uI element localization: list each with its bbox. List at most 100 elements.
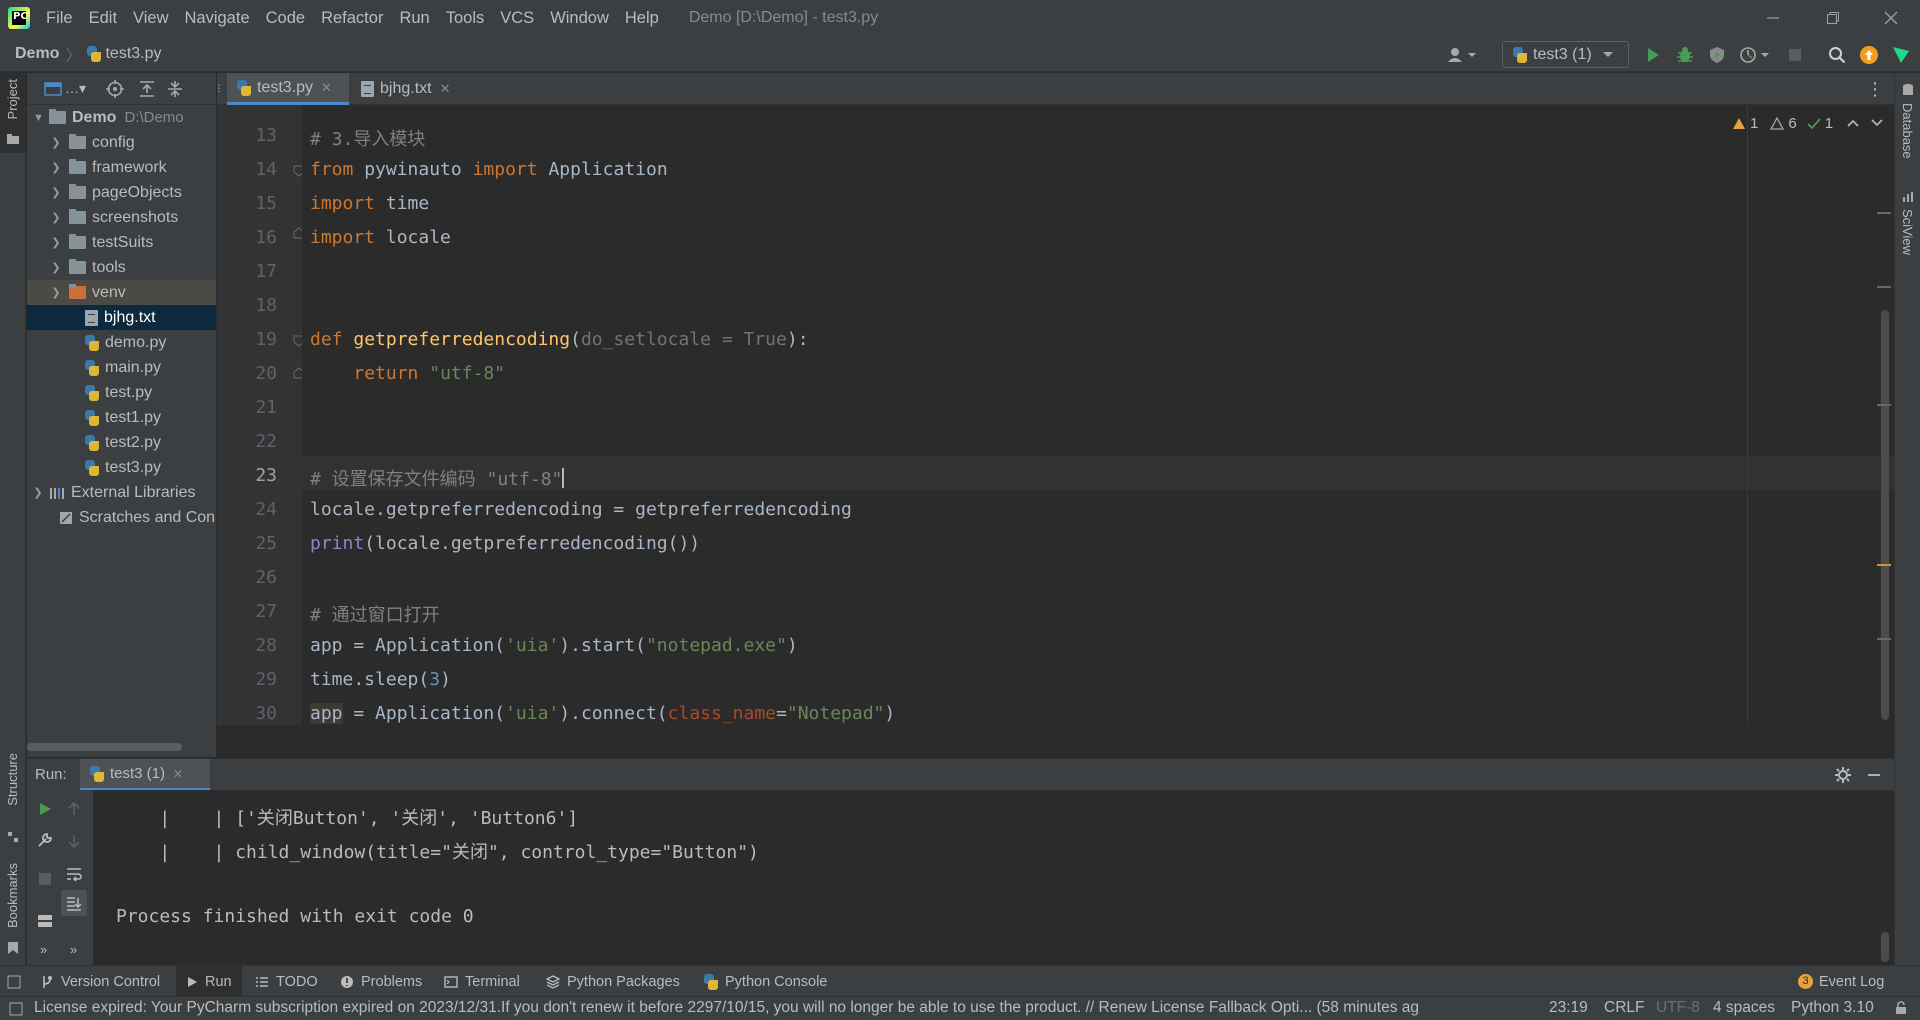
stop-icon[interactable] [1784,44,1806,66]
file-encoding[interactable]: UTF-8 [1656,999,1700,1017]
tree-file-test-py[interactable]: test.py [27,380,216,405]
tree-file-test2-py[interactable]: test2.py [27,430,216,455]
status-panel-icon[interactable] [9,1002,23,1016]
wrench-icon[interactable] [37,832,53,848]
tree-root-demo[interactable]: ▼ Demo D:\Demo [27,105,216,130]
bookmarks-tool-tab[interactable]: Bookmarks [0,863,26,963]
caret-position[interactable]: 23:19 [1549,999,1588,1017]
menu-edit[interactable]: Edit [81,0,125,36]
tool-todo[interactable]: TODO [255,966,318,997]
project-view-icon[interactable] [44,81,62,96]
menu-code[interactable]: Code [258,0,313,36]
soft-wrap-icon[interactable] [66,866,82,882]
tool-version-control[interactable]: Version Control [40,966,160,997]
structure-tool-tab[interactable]: Structure [0,753,26,848]
more-actions-icon[interactable]: » [70,942,77,957]
update-icon[interactable] [1858,44,1880,66]
database-tool-tab[interactable]: Database [1895,83,1920,183]
breadcrumb-project[interactable]: Demo [0,45,59,63]
tab-test3-py[interactable]: test3.py ✕ [227,73,349,105]
tree-file-test1-py[interactable]: test1.py [27,405,216,430]
tree-external-libraries[interactable]: ❯ External Libraries [27,480,216,505]
locate-file-icon[interactable] [106,79,125,98]
next-highlight-icon[interactable] [1871,119,1883,127]
tool-python-packages[interactable]: Python Packages [546,966,680,997]
previous-highlight-icon[interactable] [1847,119,1859,127]
menu-run[interactable]: Run [391,0,437,36]
project-horizontal-scrollbar[interactable] [27,743,182,751]
rerun-icon[interactable] [38,802,52,816]
code-editor[interactable]: # 3.导入模块 from pywinauto import Applicati… [302,105,1894,725]
menu-navigate[interactable]: Navigate [177,0,258,36]
tree-folder-config[interactable]: ❯ config [27,130,216,155]
settings-gear-icon[interactable] [1834,766,1852,784]
inspection-widget[interactable]: 1 6 1 [1732,113,1883,133]
debug-icon[interactable] [1674,44,1696,66]
tree-file-test3-py[interactable]: test3.py [27,455,216,480]
profile-icon[interactable] [1738,44,1772,66]
layout-icon[interactable] [37,914,53,928]
more-tabs-icon[interactable]: ⋮ [1866,79,1884,100]
menu-tools[interactable]: Tools [438,0,493,36]
python-interpreter[interactable]: Python 3.10 [1791,999,1874,1017]
line-separator[interactable]: CRLF [1604,999,1644,1017]
indent-setting[interactable]: 4 spaces [1713,999,1775,1017]
tab-bjhg-txt[interactable]: bjhg.txt ✕ [351,73,471,105]
scroll-up-icon[interactable] [67,802,81,816]
python-file-icon [85,459,99,476]
close-window-button[interactable] [1862,0,1920,36]
lock-icon[interactable] [1895,1001,1907,1015]
editor-vertical-scrollbar[interactable] [1881,310,1889,720]
close-tab-icon[interactable]: ✕ [440,81,451,97]
expand-all-icon[interactable] [138,80,156,98]
tool-event-log[interactable]: 3 Event Log [1798,966,1884,997]
tree-folder-testsuits[interactable]: ❯ testSuits [27,230,216,255]
tool-python-console[interactable]: Python Console [704,966,827,997]
tree-scratches[interactable]: Scratches and Con [27,505,216,530]
menu-window[interactable]: Window [542,0,617,36]
tool-run[interactable]: Run [176,966,242,997]
toggle-tool-windows-icon[interactable] [7,975,21,989]
sciview-tool-tab[interactable]: SciView [1895,191,1920,291]
project-tool-tab[interactable]: Project [0,73,26,153]
tree-file-bjhg-txt[interactable]: bjhg.txt [27,305,216,330]
breadcrumb-file[interactable]: test3.py [105,45,161,63]
collapse-all-icon[interactable] [166,80,184,98]
scroll-to-end-button[interactable] [61,890,87,916]
minimize-button[interactable] [1744,0,1802,36]
tree-folder-screenshots[interactable]: ❯ screenshots [27,205,216,230]
restore-button[interactable] [1804,0,1862,36]
close-tab-icon[interactable]: ✕ [321,80,332,96]
scroll-down-icon[interactable] [67,834,81,848]
user-account-icon[interactable] [1446,44,1480,66]
library-icon [50,487,64,499]
tool-problems[interactable]: Problems [340,966,422,997]
jetbrains-toolbox-icon[interactable] [1890,44,1912,66]
menu-vcs[interactable]: VCS [492,0,542,36]
console-scrollbar[interactable] [1881,932,1889,962]
tree-folder-pageobjects[interactable]: ❯ pageObjects [27,180,216,205]
run-with-coverage-icon[interactable] [1706,44,1728,66]
project-view-dropdown[interactable]: …▾ [65,80,86,97]
search-icon[interactable] [1826,44,1848,66]
status-message[interactable]: License expired: Your PyCharm subscripti… [34,999,1514,1017]
tree-file-demo-py[interactable]: demo.py [27,330,216,355]
tree-file-main-py[interactable]: main.py [27,355,216,380]
run-configuration-selector[interactable]: test3 (1) [1502,41,1629,68]
stop-process-icon[interactable] [38,872,52,886]
line-number: 18 [255,295,277,316]
hide-panel-icon[interactable] [1867,768,1881,782]
run-tab-test3[interactable]: test3 (1) ✕ [80,759,210,791]
menu-refactor[interactable]: Refactor [313,0,391,36]
tree-folder-framework[interactable]: ❯ framework [27,155,216,180]
run-console-output[interactable]: | | ['关闭Button', '关闭', 'Button6'] | | ch… [93,790,1894,965]
close-tab-icon[interactable]: ✕ [173,767,183,781]
tree-folder-tools[interactable]: ❯ tools [27,255,216,280]
tree-folder-venv[interactable]: ❯ venv [27,280,216,305]
more-actions-icon[interactable]: » [40,942,47,957]
run-icon[interactable] [1642,44,1664,66]
tool-terminal[interactable]: Terminal [444,966,520,997]
menu-help[interactable]: Help [617,0,667,36]
menu-view[interactable]: View [125,0,176,36]
menu-file[interactable]: File [38,0,81,36]
